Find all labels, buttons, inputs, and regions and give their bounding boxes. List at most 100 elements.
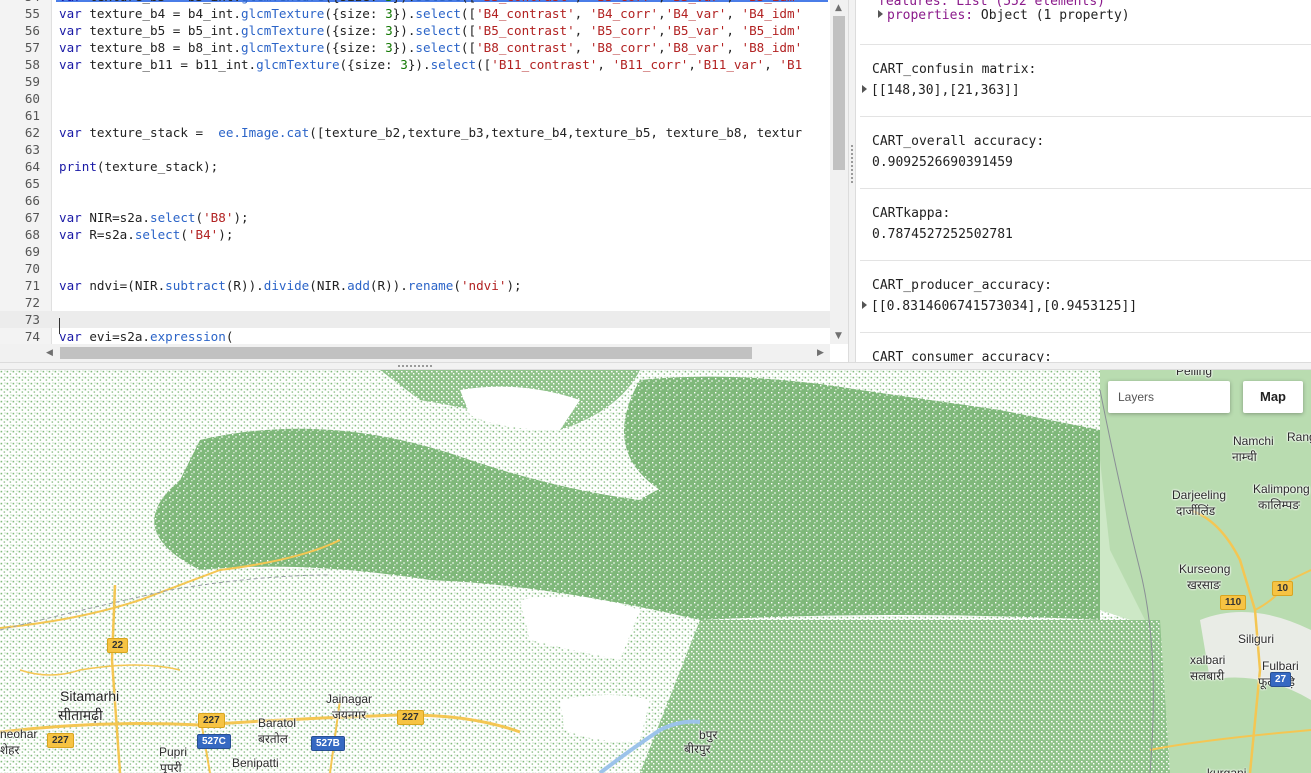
code-token: }). xyxy=(393,0,416,4)
code-line[interactable]: 64 print(texture_stack); xyxy=(0,158,830,175)
code-token: ee.Image.cat xyxy=(218,125,310,140)
scroll-right-arrow-icon[interactable]: ▶ xyxy=(817,348,824,358)
horizontal-splitter[interactable] xyxy=(0,362,1311,370)
line-number: 68 xyxy=(24,227,40,242)
code-token: select xyxy=(415,23,461,38)
expand-arrow-icon[interactable] xyxy=(862,301,867,309)
place-label: बरतोल xyxy=(258,732,288,746)
map-type-button[interactable]: Map xyxy=(1243,381,1303,413)
splitter-grip-icon xyxy=(398,365,434,367)
console-value[interactable]: [[148,30],[21,363]] xyxy=(862,83,1020,98)
console-label: CART_overall accuracy: xyxy=(872,134,1045,149)
code-token: , xyxy=(764,57,780,72)
code-line[interactable]: 56 var texture_b5 = b5_int.glcmTexture({s… xyxy=(0,22,830,39)
place-label: Jainagar xyxy=(326,692,373,706)
code-line[interactable]: 73 xyxy=(0,311,830,328)
code-token: 'B11_corr' xyxy=(612,57,689,72)
code-token: ( xyxy=(225,329,234,344)
code-token: var xyxy=(59,227,82,242)
console-label: CART_producer_accuracy: xyxy=(872,278,1053,293)
place-label: कालिम्पङ xyxy=(1258,498,1300,512)
code-line[interactable]: 55 var texture_b4 = b4_int.glcmTexture({s… xyxy=(0,5,830,22)
code-token: , xyxy=(574,23,590,38)
code-token: 'B3_corr' xyxy=(590,0,658,4)
code-line[interactable]: 59 xyxy=(0,73,830,90)
code-line[interactable]: 62 var texture_stack = ee.Image.cat([text… xyxy=(0,124,830,141)
code-line[interactable]: 67 var NIR=s2a.select('B8'); xyxy=(0,209,830,226)
code-editor[interactable]: 54var texture_b3 = b3_int.glcmTexture({s… xyxy=(0,0,848,362)
console-properties-row[interactable]: properties: Object (1 property) xyxy=(878,8,1130,23)
place-label: neohar xyxy=(0,727,38,741)
code-token: expression xyxy=(150,329,226,344)
code-line[interactable]: 72 xyxy=(0,294,830,311)
code-line[interactable]: 68 var R=s2a.select('B4'); xyxy=(0,226,830,243)
code-line[interactable]: 70 xyxy=(0,260,830,277)
place-label: पुपरी xyxy=(160,761,182,773)
scrollbar-thumb[interactable] xyxy=(60,347,752,359)
code-token: texture_stack = xyxy=(81,125,219,140)
code-line[interactable]: 63 xyxy=(0,141,830,158)
code-line[interactable]: 71 var ndvi=(NIR.subtract(R)).divide(NIR.… xyxy=(0,277,830,294)
line-number: 69 xyxy=(24,244,40,259)
code-line[interactable]: 58 var texture_b11 = b11_int.glcmTexture(… xyxy=(0,56,830,73)
code-line[interactable]: 74 var evi=s2a.expression( xyxy=(0,328,830,345)
expand-arrow-icon[interactable] xyxy=(862,85,867,93)
code-line[interactable]: 65 xyxy=(0,175,830,192)
code-line[interactable]: 57 var texture_b8 = b8_int.glcmTexture({s… xyxy=(0,39,830,56)
code-line[interactable]: 69 xyxy=(0,243,830,260)
code-line[interactable]: 60 xyxy=(0,90,830,107)
code-token: , xyxy=(575,0,590,4)
code-token: }). xyxy=(392,40,416,55)
code-token: ( xyxy=(453,278,461,293)
code-line[interactable]: 61 xyxy=(0,107,830,124)
code-token: ); xyxy=(233,210,249,225)
layers-control[interactable]: Layers xyxy=(1108,381,1230,413)
code-text: print(texture_stack); xyxy=(59,158,218,175)
text-caret xyxy=(59,318,60,334)
road-shield: 527B xyxy=(311,736,345,751)
console-label: CARTkappa: xyxy=(872,206,951,221)
code-token: , xyxy=(726,40,742,55)
place-label: Siliguri xyxy=(1238,632,1275,646)
scroll-left-arrow-icon[interactable]: ◀ xyxy=(46,348,53,358)
road-shield: 227 xyxy=(47,733,74,748)
scroll-down-arrow-icon[interactable]: ▼ xyxy=(835,331,842,341)
code-token: var xyxy=(59,6,82,21)
code-token: 'B8' xyxy=(203,210,234,225)
road-shield: 22 xyxy=(107,638,129,653)
expand-arrow-icon[interactable] xyxy=(878,10,883,18)
line-number: 58 xyxy=(24,57,40,72)
code-token: 'B4' xyxy=(187,227,219,242)
code-text: var texture_b4 = b4_int.glcmTexture({siz… xyxy=(59,5,802,22)
code-token: 'ndvi' xyxy=(460,278,507,293)
place-label: Benipatti xyxy=(232,756,279,770)
console-value-text: 0.9092526690391459 xyxy=(872,155,1013,170)
vertical-splitter[interactable] xyxy=(848,0,856,362)
code-token: , xyxy=(688,57,696,72)
editor-horizontal-scrollbar[interactable]: ◀ ▶ xyxy=(0,344,830,362)
code-text: var texture_b8 = b8_int.glcmTexture({siz… xyxy=(59,39,802,56)
scrollbar-thumb[interactable] xyxy=(833,16,845,170)
line-number: 59 xyxy=(24,74,40,89)
place-label: Kalimpong xyxy=(1253,482,1310,496)
code-token: var xyxy=(59,40,82,55)
line-number: 62 xyxy=(24,125,40,140)
map-view[interactable]: Sitamarhi सीतामढ़ी Baratol बरतोल Jainaga… xyxy=(0,370,1311,773)
line-number: 70 xyxy=(24,261,40,276)
code-text: var ndvi=(NIR.subtract(R)).divide(NIR.ad… xyxy=(59,277,522,294)
scroll-up-arrow-icon[interactable]: ▲ xyxy=(835,3,842,13)
code-text: var NIR=s2a.select('B8'); xyxy=(59,209,249,226)
code-token: 'B5_contrast' xyxy=(476,23,575,38)
map-canvas[interactable] xyxy=(0,370,1311,773)
code-line[interactable]: 66 xyxy=(0,192,830,209)
code-token: (R)). xyxy=(369,278,408,293)
console-value[interactable]: [[0.8314606741573034],[0.9453125]] xyxy=(862,299,1137,314)
place-label: kurgani xyxy=(1207,766,1247,773)
line-number: 64 xyxy=(24,159,40,174)
console-value: 0.7874527252502781 xyxy=(872,227,1013,242)
line-number: 56 xyxy=(24,23,40,38)
code-token: (R)). xyxy=(225,278,264,293)
editor-vertical-scrollbar[interactable]: ▲ ▼ xyxy=(830,0,848,344)
code-token: texture_b4 = b4_int. xyxy=(81,6,241,21)
code-token: , xyxy=(574,40,590,55)
